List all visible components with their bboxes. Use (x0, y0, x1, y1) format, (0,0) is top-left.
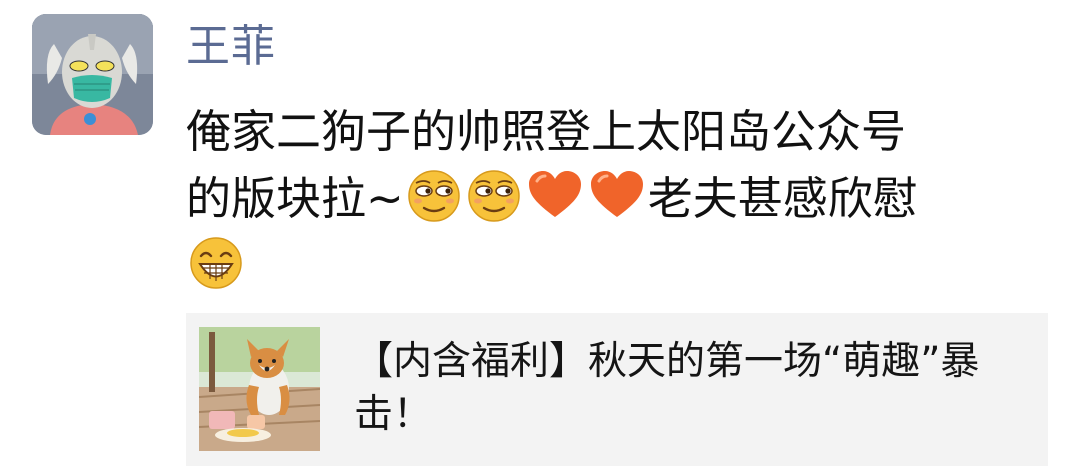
orange-heart-emoji-icon (526, 168, 584, 220)
corgi-photo-thumbnail-icon (199, 327, 320, 451)
ultraman-masked-avatar-icon (32, 14, 153, 135)
smirk-emoji-icon (406, 168, 462, 224)
orange-heart-emoji-icon (588, 168, 646, 220)
post-text: 俺家二狗子的帅照登上太阳岛公众号 的版块拉~ 老夫甚感欣慰 (186, 98, 1046, 299)
shared-article-card[interactable]: 【内含福利】秋天的第一场“萌趣”暴击！ (186, 313, 1048, 466)
post-text-line1: 俺家二狗子的帅照登上太阳岛公众号 (186, 105, 907, 158)
post-text-line2-suffix: 老夫甚感欣慰 (647, 172, 918, 225)
grin-emoji-icon (188, 235, 244, 291)
author-name[interactable]: 王菲 (186, 18, 276, 76)
avatar[interactable] (32, 14, 153, 135)
article-title[interactable]: 【内含福利】秋天的第一场“萌趣”暴击！ (354, 335, 1014, 441)
post-text-line2-prefix: 的版块拉~ (186, 172, 404, 225)
smirk-emoji-icon (466, 168, 522, 224)
